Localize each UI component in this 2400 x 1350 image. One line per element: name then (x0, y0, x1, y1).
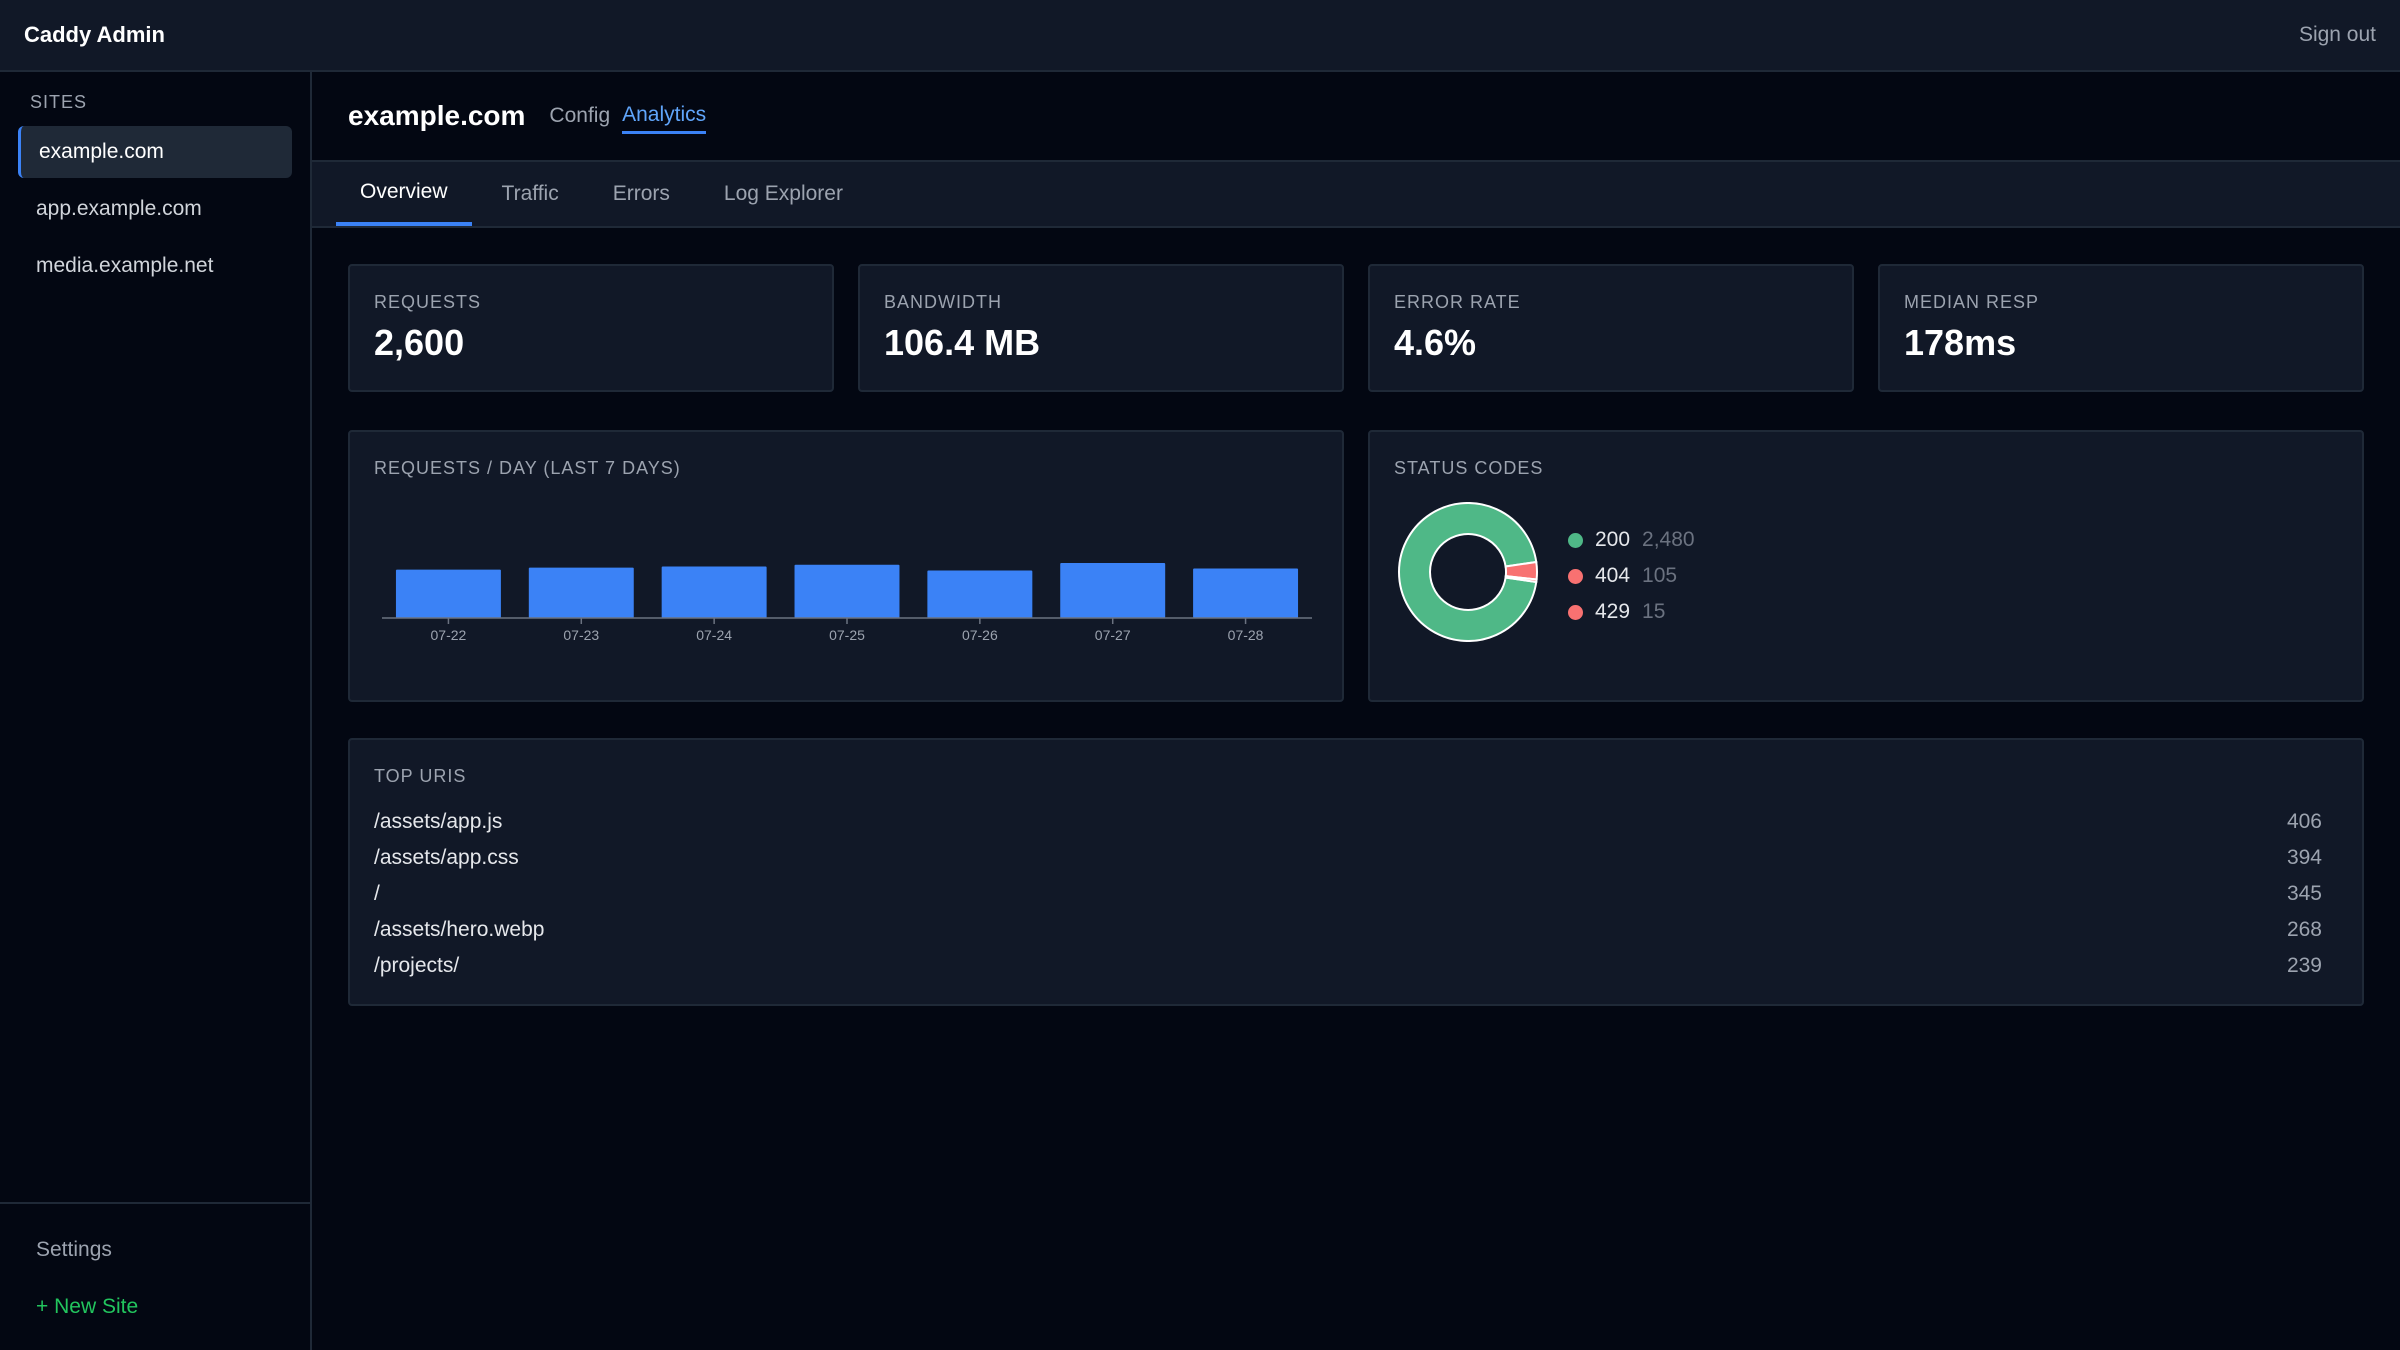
stat-label: ERROR RATE (1394, 292, 1521, 312)
top-uris-card: TOP URIS /assets/app.js 406 /assets/app.… (348, 738, 2364, 1006)
stat-label: MEDIAN RESP (1904, 292, 2040, 312)
x-tick-label: 07-28 (1228, 627, 1264, 643)
settings-link[interactable]: Settings (36, 1238, 112, 1262)
uri-count: 239 (2286, 954, 2322, 977)
stat-value: 4.6% (1394, 322, 1477, 363)
chart-title: REQUESTS / DAY (LAST 7 DAYS) (374, 458, 681, 478)
main-content: example.com Config Analytics Overview Tr… (312, 72, 2400, 1350)
x-tick-label: 07-22 (431, 627, 467, 643)
list-item: /assets/hero.webp 268 (374, 912, 2322, 948)
sites-section-label: SITES (30, 92, 88, 112)
sidebar-footer: Settings + New Site (0, 1202, 310, 1350)
bar-07-24 (661, 566, 767, 618)
list-item: /assets/app.css 394 (374, 840, 2322, 876)
uri-path: / (374, 882, 380, 905)
chart-title: STATUS CODES (1394, 458, 1544, 478)
legend-count: 2,480 (1642, 528, 1695, 551)
x-tick-label: 07-24 (696, 627, 732, 643)
requests-bar-chart: 07-22 07-23 07-24 07-25 07-26 07-27 07-28 (382, 562, 1312, 643)
status-codes-legend: 200 2,480 404 105 429 15 (1568, 522, 1695, 630)
requests-per-day-card: REQUESTS / DAY (LAST 7 DAYS) 07-22 07-23 0… (348, 430, 1344, 702)
stat-card-median-resp: MEDIAN RESP 178ms (1878, 264, 2364, 392)
x-tick-label: 07-27 (1095, 627, 1131, 643)
bar-07-26 (927, 570, 1033, 618)
top-uris-title: TOP URIS (374, 766, 467, 786)
x-tick-label: 07-25 (829, 627, 865, 643)
subtab-overview[interactable]: Overview (336, 162, 472, 226)
list-item: /projects/ 239 (374, 948, 2322, 984)
sign-out-link[interactable]: Sign out (2299, 23, 2376, 47)
x-tick-label: 07-26 (962, 627, 998, 643)
top-bar: Caddy Admin Sign out (0, 0, 2400, 72)
uri-path: /assets/app.js (374, 810, 503, 833)
bar-07-27 (1060, 562, 1166, 618)
stat-card-requests: REQUESTS 2,600 (348, 264, 834, 392)
bar-07-23 (528, 567, 634, 618)
legend-count: 15 (1642, 600, 1666, 623)
legend-swatch (1568, 532, 1583, 548)
uri-count: 268 (2286, 918, 2322, 941)
stat-label: REQUESTS (374, 292, 482, 312)
bar-07-25 (794, 564, 900, 618)
sidebar-item-example-com[interactable]: example.com (18, 126, 292, 178)
legend-item-429: 429 15 (1568, 594, 1695, 630)
list-item: / 345 (374, 876, 2322, 912)
uri-count: 406 (2286, 810, 2322, 833)
sidebar-item-app-example-com[interactable]: app.example.com (18, 183, 292, 235)
legend-swatch (1568, 604, 1583, 620)
list-item: /assets/app.js 406 (374, 804, 2322, 840)
page-title: example.com (348, 100, 526, 131)
stat-value: 2,600 (374, 322, 465, 363)
bar-07-28 (1193, 568, 1299, 618)
uri-path: /projects/ (374, 954, 460, 977)
app-title: Caddy Admin (24, 22, 165, 47)
legend-code: 429 (1595, 600, 1631, 623)
uri-path: /assets/app.css (374, 846, 519, 869)
tab-analytics[interactable]: Analytics (622, 99, 707, 134)
stat-card-error-rate: ERROR RATE 4.6% (1368, 264, 1854, 392)
bar-07-22 (395, 569, 501, 618)
sidebar: SITES example.com app.example.com media.… (0, 72, 312, 1350)
stat-label: BANDWIDTH (884, 292, 1002, 312)
analytics-subtabs: Overview Traffic Errors Log Explorer (312, 162, 2400, 228)
legend-code: 200 (1595, 528, 1631, 551)
legend-count: 105 (1642, 564, 1678, 587)
legend-code: 404 (1595, 564, 1631, 587)
status-codes-donut-chart (1398, 502, 1538, 642)
x-tick-label: 07-23 (563, 627, 599, 643)
subtab-log-explorer[interactable]: Log Explorer (700, 162, 867, 226)
site-list: example.com app.example.com media.exampl… (18, 126, 292, 297)
stat-card-bandwidth: BANDWIDTH 106.4 MB (858, 264, 1344, 392)
site-header: example.com Config Analytics (312, 72, 2400, 162)
uri-path: /assets/hero.webp (374, 918, 545, 941)
top-uris-list: /assets/app.js 406 /assets/app.css 394 /… (374, 804, 2322, 984)
tab-config[interactable]: Config (549, 100, 610, 132)
subtab-traffic[interactable]: Traffic (478, 162, 583, 226)
stat-value: 178ms (1904, 322, 2017, 363)
stat-value: 106.4 MB (884, 322, 1041, 363)
legend-swatch (1568, 568, 1583, 584)
subtab-errors[interactable]: Errors (589, 162, 694, 226)
legend-item-404: 404 105 (1568, 558, 1695, 594)
new-site-link[interactable]: + New Site (36, 1295, 138, 1319)
uri-count: 394 (2286, 846, 2322, 869)
status-codes-card: STATUS CODES 200 2,480 404 105 429 15 (1368, 430, 2364, 702)
sidebar-item-media-example-net[interactable]: media.example.net (18, 240, 292, 292)
legend-item-200: 200 2,480 (1568, 522, 1695, 558)
uri-count: 345 (2286, 882, 2322, 905)
